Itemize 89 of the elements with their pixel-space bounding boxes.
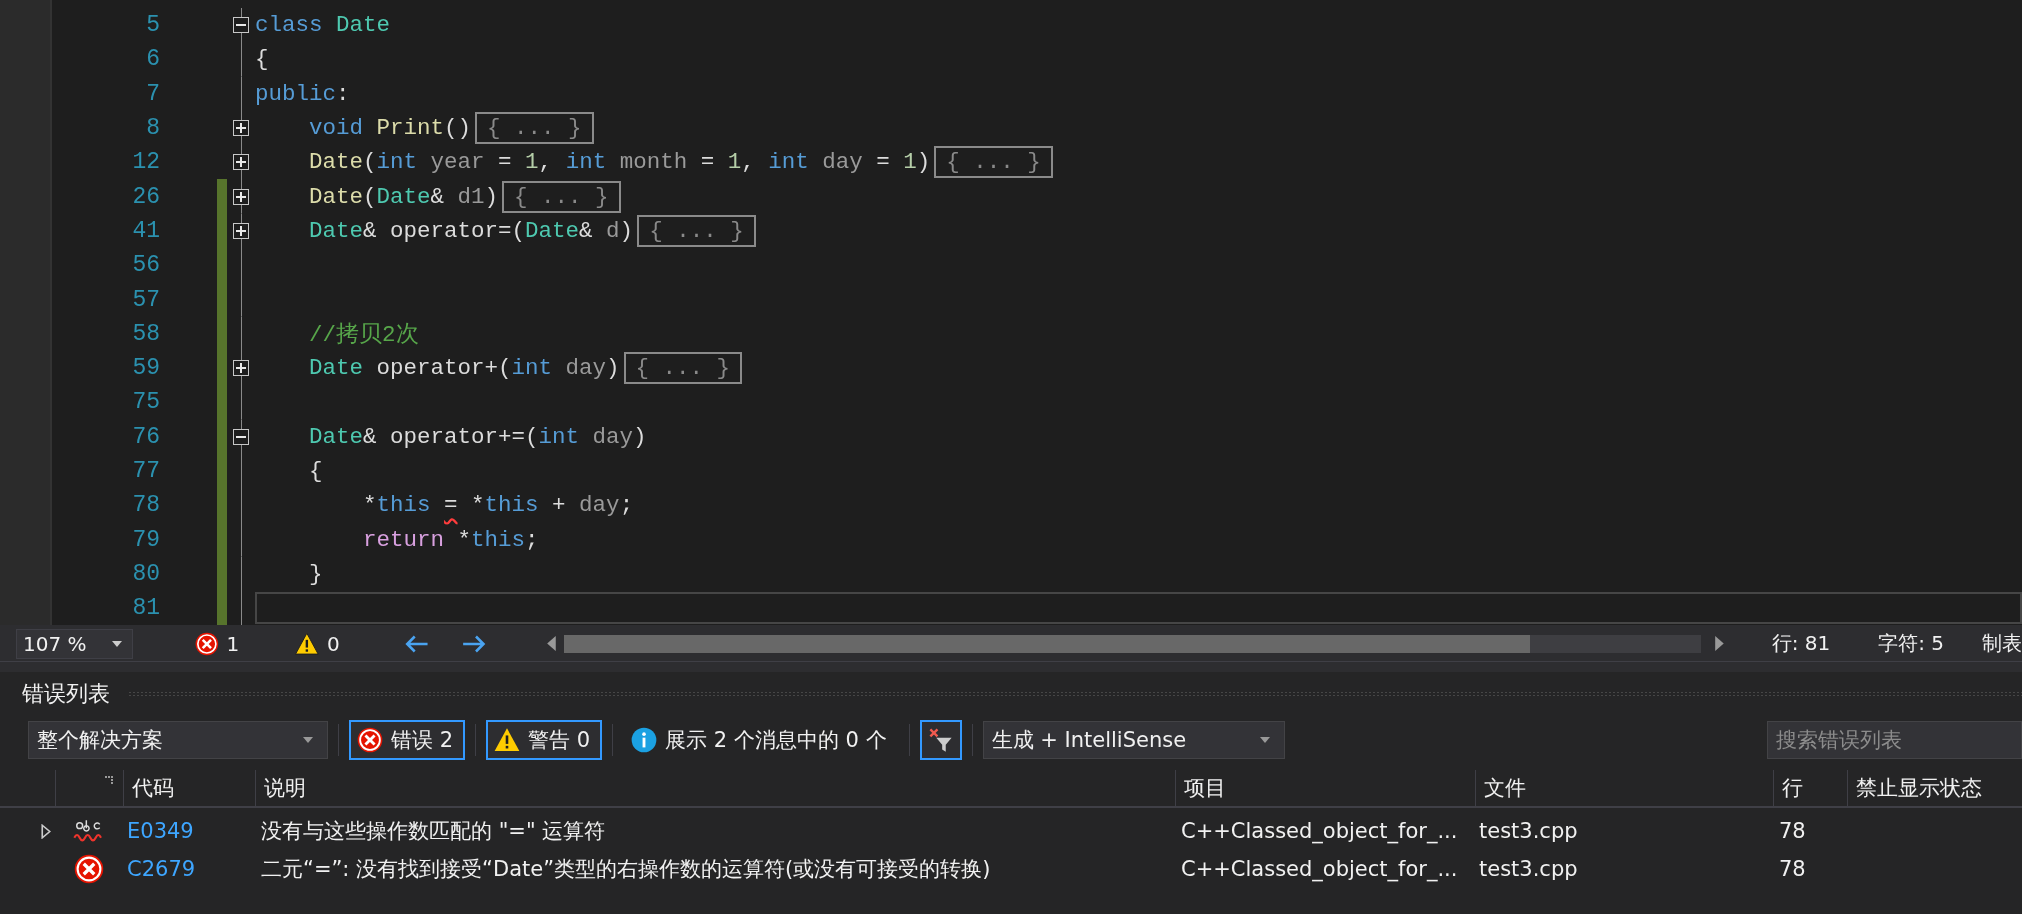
scope-dropdown[interactable]: 整个解决方案 [28,721,328,759]
line-number: 5 [145,12,160,39]
collapsed-block[interactable]: { ... } [475,112,594,145]
expand-icon[interactable] [233,360,249,377]
column-position: 字符: 5 [1878,630,1944,657]
collapsed-block[interactable]: { ... } [934,146,1053,179]
code-line: //拷贝2次 [308,321,419,350]
expand-icon[interactable] [41,823,51,839]
column-header[interactable]: 禁止显示状态 [1856,774,1982,802]
line-number: 76 [131,423,160,450]
line-position: 行: 81 [1771,630,1831,657]
line-number: 77 [131,458,160,484]
warning-icon[interactable] [295,631,319,656]
line-number: 78 [131,492,160,519]
zoom-dropdown[interactable]: 107 % [16,628,133,659]
filter-button[interactable]: 警告 0 [486,720,603,760]
column-header[interactable]: 项目 [1184,774,1226,802]
filter-button[interactable]: 错误 2 [349,720,466,760]
tab-mode: 制表 [1982,630,2022,657]
filter-icon [927,727,954,753]
line-number: 41 [131,217,160,244]
code-line: public: [255,80,350,107]
error-count: 1 [226,631,240,656]
error-icon [357,727,383,753]
info-icon [631,727,658,753]
caret-icon [111,640,122,647]
caret-icon [1259,737,1270,743]
scroll-left-icon[interactable] [547,636,557,651]
line-number: 12 [131,149,160,176]
line-number: 59 [131,355,160,382]
code-line: void Print() [308,115,472,142]
collapsed-block[interactable]: { ... } [502,180,621,213]
error-icon [73,854,105,884]
line-number: 78 [1779,857,1806,881]
code-line: Date& operator+=(int day) [308,423,647,450]
panel-title: 错误列表 [22,680,110,708]
line-number: 6 [145,46,160,73]
column-header[interactable]: 代码 [132,774,174,802]
error-icon[interactable] [194,631,219,656]
collapsed-block[interactable]: { ... } [623,352,743,385]
warning-icon [494,727,521,753]
file-name: test3.cpp [1479,857,1578,881]
column-grip-icon[interactable] [105,776,113,784]
line-number: 58 [131,320,160,347]
column-header[interactable]: 说明 [264,774,306,802]
line-number: 75 [131,389,160,416]
line-number: 56 [131,252,160,279]
source-dropdown[interactable]: 生成 + IntelliSense [982,721,1285,759]
line-number: 7 [145,80,160,107]
search-field[interactable]: 搜索错误列表 [1767,721,2022,759]
project-name: C++Classed_object_for_... [1181,857,1458,881]
line-number: 80 [131,560,160,587]
code-line: return *this; [362,526,539,553]
collapse-icon[interactable] [233,428,249,445]
error-code-link[interactable]: E0349 [127,819,194,843]
code-line: } [308,560,323,587]
code-line: { [308,458,323,484]
file-name: test3.cpp [1479,819,1578,843]
panel-grip[interactable] [128,691,2022,697]
line-number: 57 [131,286,160,313]
column-header[interactable]: 文件 [1484,774,1526,802]
code-line: *this = *this + day; [362,492,634,519]
expand-icon[interactable] [233,222,249,239]
collapsed-block[interactable]: { ... } [637,214,756,247]
warning-count: 0 [327,631,340,656]
error-description: 没有与这些操作数匹配的 "=" 运算符 [261,818,606,845]
filter-toggle-button[interactable] [919,720,962,760]
expand-icon[interactable] [233,188,249,205]
code-line: { [255,46,269,73]
error-description: 二元“=”: 没有找到接受“Date”类型的右操作数的运算符(或没有可接受的转换) [261,856,991,883]
line-number: 81 [131,595,160,622]
code-line: Date(Date& d1) [308,183,499,210]
expand-icon[interactable] [233,154,249,171]
column-header[interactable]: 行 [1782,774,1803,802]
filter-button[interactable]: 展示 2 个消息中的 0 个 [623,720,899,760]
code-line: Date(int year = 1, int month = 1, int day = 1) [308,149,931,176]
collapse-icon[interactable] [233,17,249,34]
line-number: 26 [131,183,160,210]
code-line: Date& operator=(Date& d) [308,217,634,244]
line-number: 8 [145,115,160,142]
scroll-right-icon[interactable] [1714,636,1724,651]
line-number: 79 [131,526,160,553]
error-code-link[interactable]: C2679 [127,857,196,881]
caret-icon [303,737,313,743]
project-name: C++Classed_object_for_... [1181,819,1458,843]
line-number: 78 [1779,819,1806,843]
code-line: Date operator+(int day) [308,355,620,382]
code-line: class Date [255,12,391,39]
expand-icon[interactable] [233,120,249,137]
